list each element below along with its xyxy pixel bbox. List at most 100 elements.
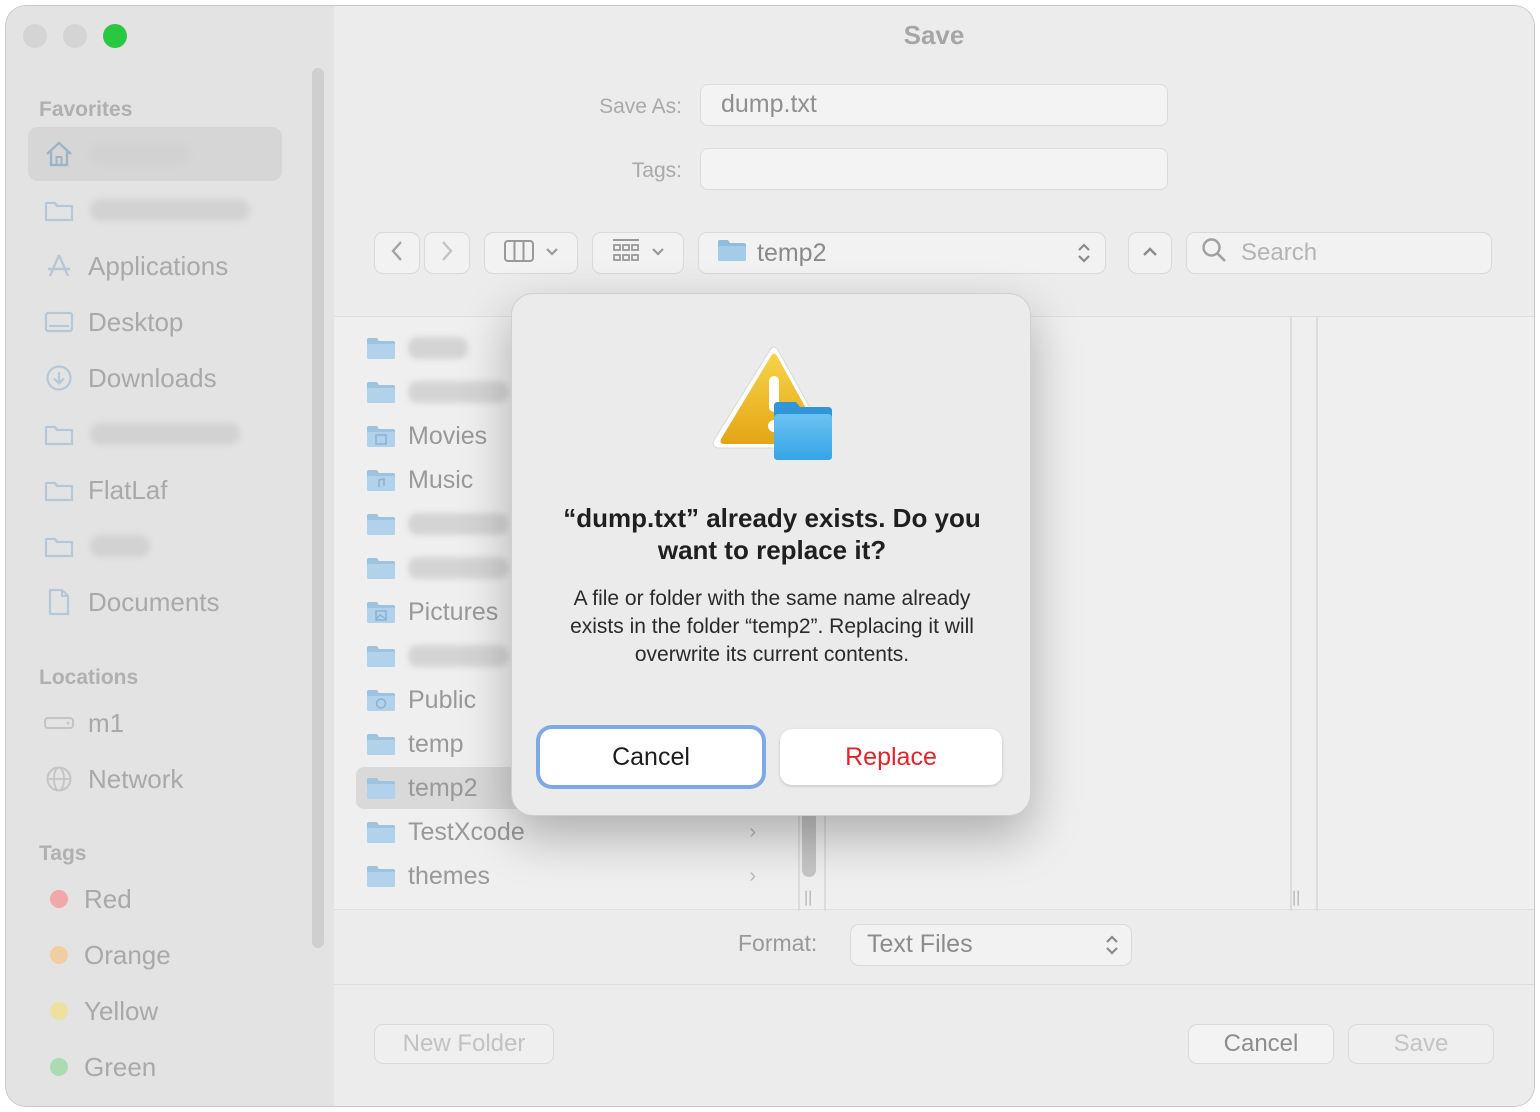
sidebar-item-label: Network xyxy=(88,763,184,794)
forward-button[interactable] xyxy=(424,232,470,274)
folder-icon xyxy=(366,512,396,536)
minimize-button[interactable] xyxy=(63,24,87,48)
sidebar-item-label: Desktop xyxy=(88,306,184,337)
blurred-label xyxy=(90,423,240,445)
columns-view-icon xyxy=(503,239,535,268)
sidebar-item-folder[interactable] xyxy=(28,183,282,237)
search-placeholder: Search xyxy=(1241,239,1318,266)
sidebar-item-label: m1 xyxy=(88,707,125,738)
public-folder-icon xyxy=(366,688,396,712)
file-name: TestXcode xyxy=(408,817,525,846)
sidebar-item-applications[interactable]: Applications xyxy=(28,239,282,293)
blurred-label xyxy=(90,143,190,165)
sidebar-item-label: Yellow xyxy=(84,995,159,1026)
sidebar-item-home[interactable] xyxy=(28,127,282,181)
view-mode-button[interactable] xyxy=(484,232,578,274)
sidebar-item-network[interactable]: Network xyxy=(28,752,282,806)
folder-icon xyxy=(366,380,396,404)
tags-input[interactable] xyxy=(700,148,1168,190)
blurred-label xyxy=(90,199,250,221)
blurred-file-name xyxy=(408,513,508,535)
sidebar-item-label: FlatLaf xyxy=(88,474,168,505)
sidebar-tag-yellow[interactable]: Yellow xyxy=(28,984,282,1038)
chevron-right-icon xyxy=(440,240,454,267)
back-button[interactable] xyxy=(374,232,420,274)
chevron-left-icon xyxy=(390,240,404,267)
path-folder-name: temp2 xyxy=(757,238,827,267)
file-row-testxcode[interactable]: TestXcode › xyxy=(356,811,796,853)
network-icon xyxy=(42,765,76,793)
favorites-header: Favorites xyxy=(39,98,133,121)
save-as-label: Save As: xyxy=(599,95,682,118)
dialog-title: “dump.txt” already exists. Do you want t… xyxy=(563,503,981,565)
folder-icon xyxy=(366,776,396,800)
sidebar-tag-red[interactable]: Red xyxy=(28,872,282,926)
dialog-replace-button[interactable]: Replace xyxy=(780,729,1002,785)
sidebar-tag-orange[interactable]: Orange xyxy=(28,928,282,982)
collapse-button[interactable] xyxy=(1128,232,1172,274)
sidebar: Favorites Applications Desktop Downloads… xyxy=(6,6,334,1106)
search-icon xyxy=(1201,237,1227,270)
blurred-file-name xyxy=(408,557,508,579)
save-button[interactable]: Save xyxy=(1348,1024,1494,1064)
sidebar-tag-green[interactable]: Green xyxy=(28,1040,282,1094)
dialog-cancel-button[interactable]: Cancel xyxy=(540,729,762,785)
folder-icon xyxy=(42,478,76,502)
tag-green-dot-icon xyxy=(50,1058,68,1076)
chevron-down-icon xyxy=(545,244,559,262)
group-by-button[interactable] xyxy=(592,232,684,274)
column-resize-handle[interactable]: || xyxy=(804,889,812,907)
close-button[interactable] xyxy=(23,24,47,48)
sidebar-item-folder[interactable] xyxy=(28,519,282,573)
locations-header: Locations xyxy=(39,666,139,689)
sidebar-item-desktop[interactable]: Desktop xyxy=(28,295,282,349)
replace-dialog: “dump.txt” already exists. Do you want t… xyxy=(511,293,1031,816)
format-select[interactable]: Text Files xyxy=(850,924,1132,966)
downloads-icon xyxy=(42,364,76,392)
zoom-button[interactable] xyxy=(103,24,127,48)
desktop-icon xyxy=(42,310,76,334)
folder-icon xyxy=(366,864,396,888)
sidebar-item-label: Green xyxy=(84,1051,157,1082)
cancel-button[interactable]: Cancel xyxy=(1188,1024,1334,1064)
path-popup[interactable]: temp2 xyxy=(698,232,1106,274)
sidebar-item-folder[interactable] xyxy=(28,407,282,461)
sidebar-item-label: Downloads xyxy=(88,362,217,393)
file-name: temp2 xyxy=(408,773,478,802)
sidebar-item-label: Orange xyxy=(84,939,171,970)
search-field[interactable]: Search xyxy=(1186,232,1492,274)
folder-icon xyxy=(42,422,76,446)
file-name: Public xyxy=(408,685,477,714)
dialog-message: A file or folder with the same name alre… xyxy=(570,587,974,666)
new-folder-button[interactable]: New Folder xyxy=(374,1024,554,1064)
sidebar-item-label: Red xyxy=(84,883,132,914)
column-scrollbar[interactable] xyxy=(802,807,816,877)
blurred-file-name xyxy=(408,337,468,359)
pictures-folder-icon xyxy=(366,600,396,624)
column-resize-handle[interactable]: || xyxy=(1292,889,1300,907)
file-name: themes xyxy=(408,861,490,890)
blurred-file-name xyxy=(408,381,508,403)
format-value: Text Files xyxy=(867,930,973,958)
sidebar-item-label: Applications xyxy=(88,250,229,281)
folder-icon xyxy=(366,556,396,580)
grid-icon xyxy=(611,238,641,269)
folder-icon xyxy=(366,820,396,844)
warning-folder-icon xyxy=(710,344,836,467)
chevron-up-icon xyxy=(1142,244,1158,262)
save-as-input[interactable]: dump.txt xyxy=(700,84,1168,126)
sidebar-item-documents[interactable]: Documents xyxy=(28,575,282,629)
window-title: Save xyxy=(903,20,965,50)
folder-icon xyxy=(366,336,396,360)
folder-icon xyxy=(366,644,396,668)
sidebar-item-downloads[interactable]: Downloads xyxy=(28,351,282,405)
music-folder-icon xyxy=(366,468,396,492)
file-name: Music xyxy=(408,465,474,494)
sidebar-item-m1[interactable]: m1 xyxy=(28,696,282,750)
document-icon xyxy=(42,588,76,616)
file-row-themes[interactable]: themes › xyxy=(356,855,796,897)
sidebar-item-flatlaf[interactable]: FlatLaf xyxy=(28,463,282,517)
updown-chevron-icon xyxy=(1077,241,1091,272)
sidebar-scrollbar[interactable] xyxy=(312,68,324,948)
tags-label: Tags: xyxy=(631,159,682,182)
